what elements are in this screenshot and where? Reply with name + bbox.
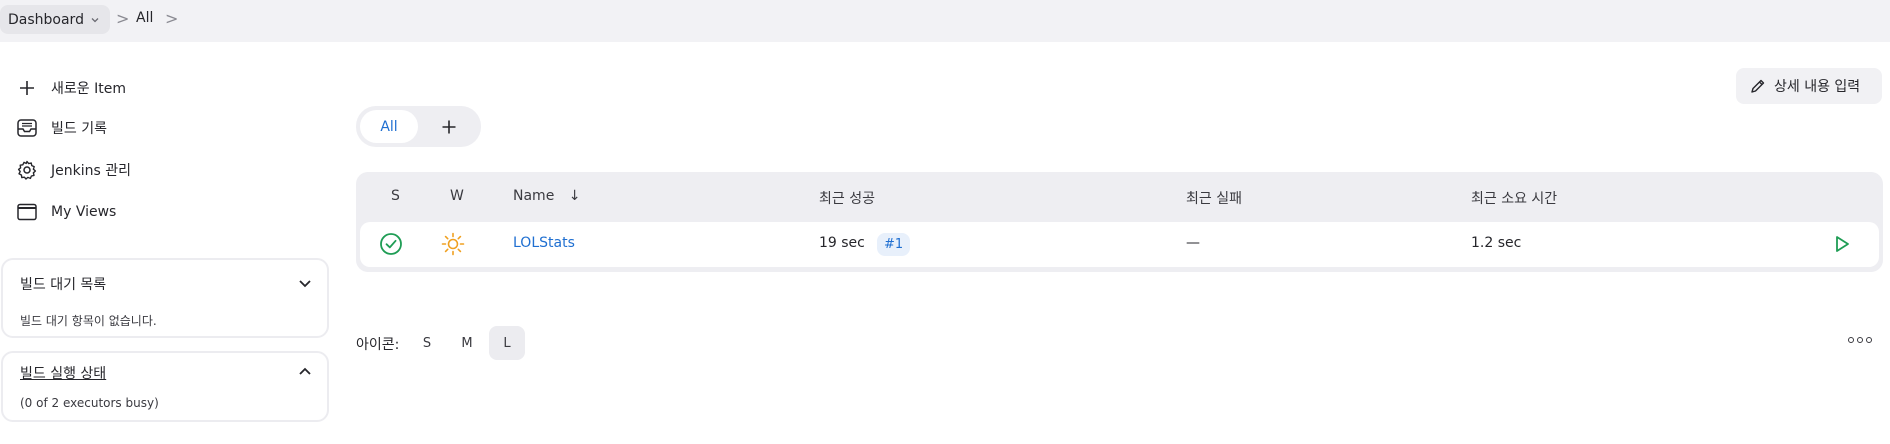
sidebar-item-label: 빌드 기록	[51, 121, 107, 137]
build-queue-empty-text: 빌드 대기 항목이 없습니다.	[20, 314, 157, 328]
build-number-badge[interactable]: #1	[877, 233, 911, 256]
breadcrumb-separator: >	[165, 9, 179, 28]
column-header-name-label: Name	[513, 188, 555, 204]
projects-table: S W Name ↓ 최근 성공 최근 실패 최근 소요 시간 LOLStats…	[356, 172, 1883, 272]
sidebar-item-my-views[interactable]: My Views	[16, 200, 116, 224]
tab-all[interactable]: All	[360, 110, 418, 143]
column-header-name[interactable]: Name ↓	[513, 188, 581, 204]
sidebar-item-label: Jenkins 관리	[51, 163, 131, 179]
breadcrumb-all[interactable]: All	[136, 10, 153, 26]
job-name-link[interactable]: LOLStats	[513, 235, 575, 251]
last-failure-value: —	[1186, 235, 1200, 251]
breadcrumb-dashboard-label: Dashboard	[8, 11, 84, 28]
sort-arrow-icon: ↓	[568, 188, 581, 204]
pencil-icon	[1751, 79, 1765, 93]
sidebar-item-label: My Views	[51, 204, 117, 220]
success-check-icon	[380, 233, 402, 255]
chevron-down-icon	[91, 17, 99, 22]
more-options-icon[interactable]	[1848, 337, 1872, 343]
chevron-up-icon[interactable]	[297, 364, 313, 380]
breadcrumb-separator: >	[116, 9, 130, 28]
build-queue-panel: 빌드 대기 목록 빌드 대기 항목이 없습니다.	[1, 258, 329, 338]
inbox-icon	[16, 117, 38, 139]
column-header-weather[interactable]: W	[450, 188, 464, 204]
icon-size-s-button[interactable]: S	[409, 326, 445, 360]
edit-description-button[interactable]: 상세 내용 입력	[1736, 68, 1882, 104]
icon-size-l-button[interactable]: L	[489, 326, 525, 360]
sidebar-item-new-item[interactable]: 새로운 Item	[16, 76, 126, 100]
sidebar-item-label: 새로운 Item	[51, 81, 126, 97]
icon-size-label: 아이콘:	[356, 337, 400, 353]
executor-status-text: (0 of 2 executors busy)	[20, 396, 159, 410]
sidebar-item-manage-jenkins[interactable]: Jenkins 관리	[16, 158, 131, 182]
plus-icon	[442, 120, 456, 134]
icon-size-m-button[interactable]: M	[449, 326, 485, 360]
gear-icon	[16, 159, 38, 181]
last-success-time: 19 sec	[819, 235, 865, 251]
sunny-icon	[441, 232, 465, 256]
add-view-button[interactable]	[436, 114, 462, 140]
breadcrumb-dashboard[interactable]: Dashboard	[0, 5, 110, 34]
job-name: LOLStats	[513, 235, 575, 251]
chevron-down-icon[interactable]	[297, 275, 313, 291]
window-icon	[16, 201, 38, 223]
view-tabs: All	[356, 106, 481, 147]
edit-description-label: 상세 내용 입력	[1774, 79, 1861, 95]
build-queue-title: 빌드 대기 목록	[20, 277, 107, 293]
column-header-status[interactable]: S	[391, 188, 400, 204]
column-header-last-success[interactable]: 최근 성공	[819, 188, 875, 208]
executor-status-title[interactable]: 빌드 실행 상태	[20, 363, 106, 383]
play-icon[interactable]	[1832, 234, 1852, 254]
executor-status-panel: 빌드 실행 상태 (0 of 2 executors busy)	[1, 351, 329, 422]
last-duration-value: 1.2 sec	[1471, 235, 1522, 251]
column-header-last-failure[interactable]: 최근 실패	[1186, 188, 1242, 208]
breadcrumb-bar: Dashboard > All >	[0, 0, 1890, 42]
sidebar-item-build-history[interactable]: 빌드 기록	[16, 116, 107, 140]
column-header-last-duration[interactable]: 최근 소요 시간	[1471, 188, 1557, 208]
table-row: LOLStats 19 sec #1 — 1.2 sec	[360, 222, 1879, 267]
plus-icon	[16, 77, 38, 99]
